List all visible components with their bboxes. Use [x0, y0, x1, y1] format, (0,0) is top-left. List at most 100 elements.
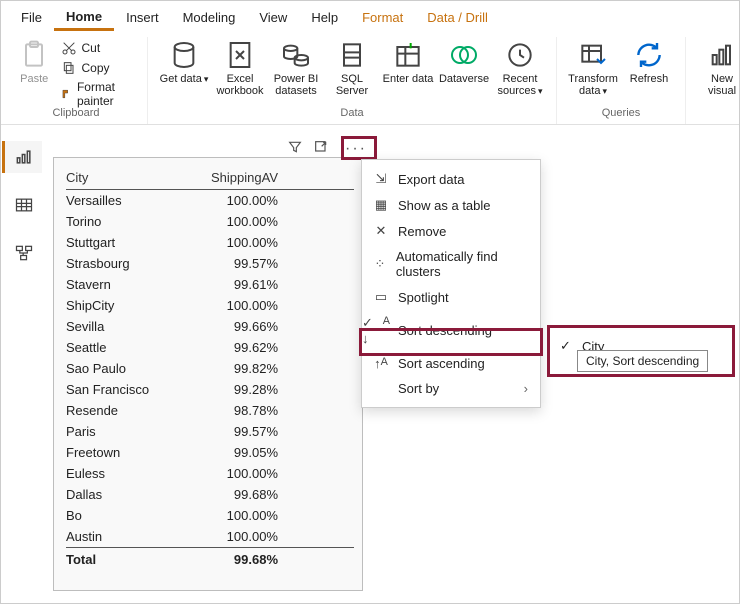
recent-icon [504, 39, 536, 71]
cell-city: Freetown [66, 445, 186, 460]
tab-home[interactable]: Home [54, 3, 114, 31]
tab-view[interactable]: View [247, 4, 299, 31]
get-data-button[interactable]: Get data▾ [156, 37, 212, 87]
cell-city: Seattle [66, 340, 186, 355]
menu-sort-descending[interactable]: ✓ ↓ASort descending [362, 310, 540, 351]
export-icon: ⇲ [372, 171, 390, 187]
cell-value: 100.00% [186, 298, 286, 313]
menu-export-data[interactable]: ⇲Export data [362, 166, 540, 192]
cell-city: Sevilla [66, 319, 186, 334]
cell-city: Dallas [66, 487, 186, 502]
cell-value: 99.28% [186, 382, 286, 397]
cell-city: Sao Paulo [66, 361, 186, 376]
table-row[interactable]: Resende98.78% [66, 400, 354, 421]
cell-city: Versailles [66, 193, 186, 208]
model-view-button[interactable] [2, 237, 42, 269]
column-header-shipping[interactable]: ShippingAV [186, 170, 286, 185]
sortasc-icon: ↑A [372, 356, 390, 371]
table-row[interactable]: Versailles100.00% [66, 190, 354, 211]
tab-insert[interactable]: Insert [114, 4, 171, 31]
paintbrush-icon [61, 86, 72, 102]
cell-city: San Francisco [66, 382, 186, 397]
menu-sort-by[interactable]: Sort by› [362, 376, 540, 401]
clusters-icon: ⁘ [372, 256, 388, 272]
check-icon: ✓ [560, 338, 574, 354]
table-row[interactable]: ShipCity100.00% [66, 295, 354, 316]
enter-data-icon [392, 39, 424, 71]
highlight-ellipsis [341, 136, 377, 160]
pbi-icon [280, 39, 312, 71]
cell-value: 99.57% [186, 424, 286, 439]
menu-show-as-table[interactable]: ▦Show as a table [362, 192, 540, 218]
menu-remove[interactable]: ✕Remove [362, 218, 540, 244]
tab-file[interactable]: File [9, 4, 54, 31]
column-header-city[interactable]: City [66, 170, 186, 185]
cell-value: 99.62% [186, 340, 286, 355]
spotlight-icon: ▭ [372, 289, 390, 305]
refresh-icon [633, 39, 665, 71]
table-row[interactable]: San Francisco99.28% [66, 379, 354, 400]
recent-sources-button[interactable]: Recent sources▾ [492, 37, 548, 99]
menu-find-clusters[interactable]: ⁘Automatically find clusters [362, 244, 540, 284]
clipboard-icon [18, 39, 50, 71]
paste-button[interactable]: Paste [13, 37, 55, 87]
cell-value: 99.57% [186, 256, 286, 271]
cell-city: ShipCity [66, 298, 186, 313]
total-label: Total [66, 552, 186, 567]
excel-icon [224, 39, 256, 71]
table-row[interactable]: Sevilla99.66% [66, 316, 354, 337]
data-view-button[interactable] [2, 189, 42, 221]
copy-icon [61, 60, 77, 76]
table-visual[interactable]: City ShippingAV Versailles100.00%Torino1… [53, 157, 363, 591]
table-row[interactable]: Strasbourg99.57% [66, 253, 354, 274]
cell-value: 100.00% [186, 529, 286, 544]
refresh-button[interactable]: Refresh [621, 37, 677, 87]
filter-button[interactable] [287, 139, 303, 158]
group-label: Clipboard [52, 105, 99, 123]
enter-data-button[interactable]: Enter data [380, 37, 436, 87]
copy-button[interactable]: Copy [59, 59, 135, 77]
cell-value: 100.00% [186, 235, 286, 250]
sql-server-button[interactable]: SQL Server [324, 37, 380, 99]
cell-value: 100.00% [186, 214, 286, 229]
tab-help[interactable]: Help [299, 4, 350, 31]
dataverse-button[interactable]: Dataverse [436, 37, 492, 87]
chart-icon [706, 39, 738, 71]
model-icon [14, 243, 34, 263]
menu-sort-ascending[interactable]: ↑ASort ascending [362, 351, 540, 376]
cell-city: Resende [66, 403, 186, 418]
tab-format[interactable]: Format [350, 4, 415, 31]
cell-value: 99.82% [186, 361, 286, 376]
report-view-button[interactable] [2, 141, 42, 173]
table-row[interactable]: Stavern99.61% [66, 274, 354, 295]
group-insert: New visual AText box vi Insert [686, 37, 740, 124]
cell-value: 99.61% [186, 277, 286, 292]
table-row[interactable]: Dallas99.68% [66, 484, 354, 505]
table-row[interactable]: Seattle99.62% [66, 337, 354, 358]
table-row[interactable]: Sao Paulo99.82% [66, 358, 354, 379]
chevron-right-icon: › [524, 381, 528, 396]
focus-mode-button[interactable] [313, 139, 329, 158]
tab-modeling[interactable]: Modeling [171, 4, 248, 31]
table-row[interactable]: Euless100.00% [66, 463, 354, 484]
cell-city: Strasbourg [66, 256, 186, 271]
cell-value: 99.66% [186, 319, 286, 334]
new-visual-button[interactable]: New visual [694, 37, 740, 99]
excel-button[interactable]: Excel workbook [212, 37, 268, 99]
table-row[interactable]: Torino100.00% [66, 211, 354, 232]
table-row[interactable]: Paris99.57% [66, 421, 354, 442]
tab-datadrill[interactable]: Data / Drill [415, 4, 500, 31]
cell-city: Euless [66, 466, 186, 481]
table-row[interactable]: Bo100.00% [66, 505, 354, 526]
total-value: 99.68% [186, 552, 286, 567]
powerbi-datasets-button[interactable]: Power BI datasets [268, 37, 324, 99]
menu-spotlight[interactable]: ▭Spotlight [362, 284, 540, 310]
cell-city: Stuttgart [66, 235, 186, 250]
cut-button[interactable]: Cut [59, 39, 135, 57]
funnel-icon [287, 139, 303, 155]
transform-data-button[interactable]: Transform data▾ [565, 37, 621, 99]
table-row[interactable]: Austin100.00% [66, 526, 354, 547]
table-row[interactable]: Freetown99.05% [66, 442, 354, 463]
table-row[interactable]: Stuttgart100.00% [66, 232, 354, 253]
context-menu: ⇲Export data ▦Show as a table ✕Remove ⁘A… [361, 159, 541, 408]
